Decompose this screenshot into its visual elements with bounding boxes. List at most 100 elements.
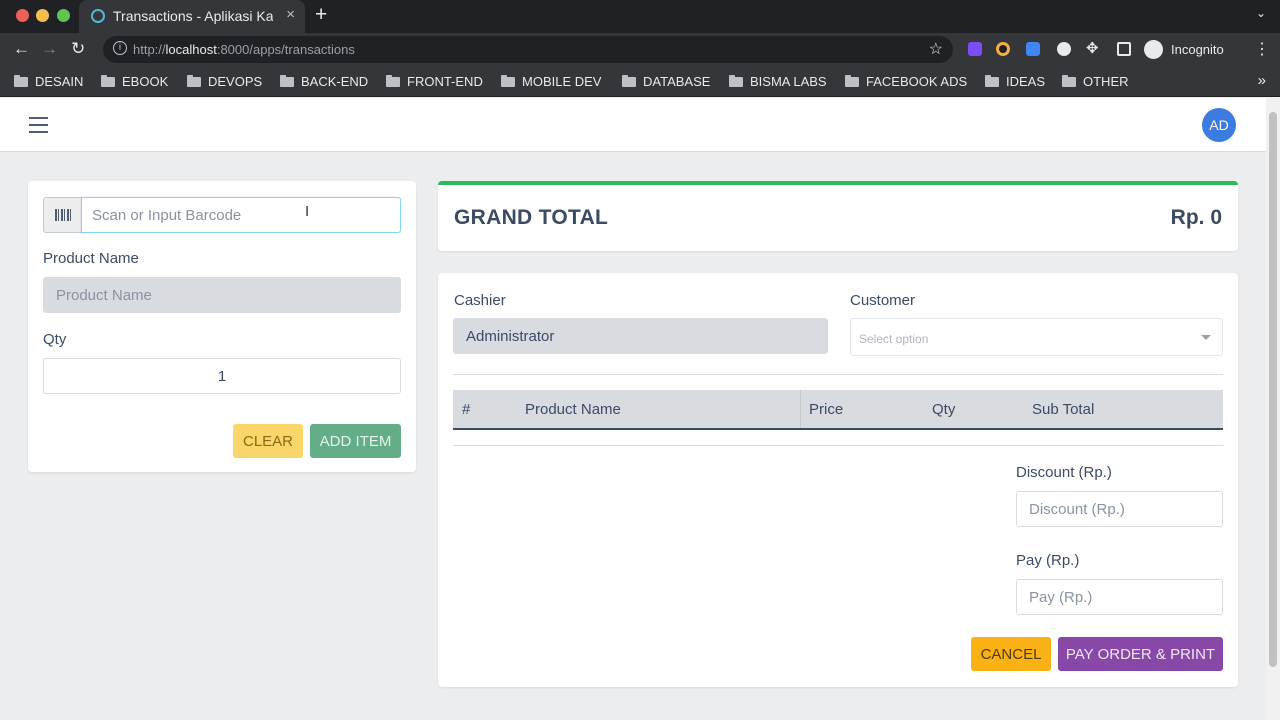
barcode-addon [43, 197, 82, 233]
bookmark-folder[interactable]: BISMA LABS [729, 74, 827, 89]
react-favicon-icon [91, 9, 105, 23]
bookmark-folder[interactable]: FRONT-END [386, 74, 483, 89]
qty-input[interactable] [43, 358, 401, 394]
product-name-input [43, 277, 401, 313]
folder-icon [622, 74, 636, 87]
hamburger-menu-icon[interactable] [29, 117, 48, 133]
incognito-icon[interactable] [1144, 40, 1163, 59]
bookmarks-bar: DESAIN EBOOK DEVOPS BACK-END FRONT-END M… [0, 66, 1280, 97]
forward-arrow-icon[interactable]: → [41, 39, 58, 59]
text-cursor-icon: I [305, 203, 310, 220]
bookmark-folder[interactable]: BACK-END [280, 74, 368, 89]
site-info-icon[interactable]: i [113, 41, 127, 55]
column-header-price: Price [809, 401, 844, 418]
browser-menu-icon[interactable]: ⋮ [1254, 39, 1270, 59]
bookmark-label: DESAIN [35, 74, 84, 89]
product-name-label: Product Name [43, 250, 139, 267]
window-minimize-button[interactable] [36, 9, 49, 22]
cashier-label: Cashier [454, 292, 506, 309]
qty-label: Qty [43, 331, 67, 348]
folder-icon [985, 74, 999, 87]
avatar[interactable]: AD [1202, 108, 1236, 142]
tab-close-icon[interactable]: × [286, 6, 295, 23]
folder-icon [845, 74, 859, 87]
tab-search-icon[interactable]: ⌄ [1256, 6, 1266, 20]
folder-icon [1062, 74, 1076, 87]
bookmark-label: FACEBOOK ADS [866, 74, 968, 89]
grand-total-label: GRAND TOTAL [454, 206, 609, 229]
extension-circle-icon[interactable] [1057, 42, 1071, 56]
folder-icon [729, 74, 743, 87]
customer-select-placeholder: Select option [859, 332, 929, 346]
incognito-label[interactable]: Incognito [1171, 42, 1224, 57]
divider [453, 445, 1223, 446]
folder-icon [280, 74, 294, 87]
pay-label: Pay (Rp.) [1016, 552, 1080, 569]
bookmark-folder[interactable]: DEVOPS [187, 74, 262, 89]
bookmark-folder[interactable]: IDEAS [985, 74, 1045, 89]
grand-total-value: Rp. 0 [1170, 206, 1222, 229]
bookmark-folder[interactable]: OTHER [1062, 74, 1129, 89]
pay-input[interactable] [1016, 579, 1223, 615]
divider [453, 374, 1223, 375]
bookmark-label: FRONT-END [407, 74, 483, 89]
bookmark-label: OTHER [1083, 74, 1129, 89]
url-text[interactable]: http://localhost:8000/apps/transactions [133, 42, 355, 57]
page-scrollbar[interactable] [1266, 98, 1280, 720]
cashier-input [453, 318, 828, 354]
folder-icon [386, 74, 400, 87]
discount-input[interactable] [1016, 491, 1223, 527]
customer-label: Customer [850, 292, 916, 309]
column-header-product-name: Product Name [525, 401, 621, 418]
barcode-input[interactable] [81, 197, 401, 233]
browser-tab-active[interactable]: Transactions - Aplikasi Kasir × [79, 0, 305, 33]
bookmark-label: EBOOK [122, 74, 169, 89]
bookmark-folder[interactable]: MOBILE DEV [501, 74, 601, 89]
cancel-button[interactable]: CANCEL [971, 637, 1051, 671]
add-item-card: I Product Name Qty CLEAR ADD ITEM [28, 181, 416, 472]
bookmark-label: BISMA LABS [750, 74, 827, 89]
url-prefix: http:// [133, 42, 166, 57]
folder-icon [501, 74, 515, 87]
browser-toolbar: ← → ↻ i http://localhost:8000/apps/trans… [0, 33, 1280, 66]
add-item-button[interactable]: ADD ITEM [310, 424, 401, 458]
column-divider [800, 390, 801, 428]
side-panel-icon[interactable] [1117, 42, 1131, 56]
bookmark-label: DEVOPS [208, 74, 263, 89]
extension-icon[interactable] [968, 42, 982, 56]
chevron-down-icon [1201, 335, 1211, 340]
bookmark-label: DATABASE [643, 74, 711, 89]
url-path: :8000/apps/transactions [216, 42, 355, 57]
bookmark-label: BACK-END [301, 74, 369, 89]
column-header-number: # [462, 401, 471, 418]
customer-select[interactable]: Select option [850, 318, 1223, 356]
new-tab-button[interactable]: + [315, 3, 327, 27]
bookmark-folder[interactable]: EBOOK [101, 74, 168, 89]
barcode-icon [55, 209, 72, 221]
extension-color-icon[interactable] [996, 42, 1010, 56]
grand-total-card: GRAND TOTAL Rp. 0 [438, 181, 1238, 251]
app-header: AD [0, 98, 1266, 152]
window-maximize-button[interactable] [57, 9, 70, 22]
bookmark-folder[interactable]: DESAIN [14, 74, 83, 89]
bookmark-folder[interactable]: DATABASE [622, 74, 710, 89]
transaction-card: Cashier Customer Select option # Product… [438, 273, 1238, 687]
bookmark-folder[interactable]: FACEBOOK ADS [845, 74, 967, 89]
folder-icon [14, 74, 28, 87]
bookmarks-more-icon[interactable]: » [1258, 72, 1266, 89]
barcode-input-group: I [43, 197, 401, 233]
window-close-button[interactable] [16, 9, 29, 22]
reload-icon[interactable]: ↻ [71, 39, 85, 59]
puzzle-icon[interactable]: ✥ [1086, 39, 1099, 57]
translate-extension-icon[interactable] [1026, 42, 1040, 56]
column-header-sub-total: Sub Total [1032, 401, 1095, 418]
address-bar[interactable]: i http://localhost:8000/apps/transaction… [103, 36, 953, 63]
pay-order-print-button[interactable]: PAY ORDER & PRINT [1058, 637, 1223, 671]
folder-icon [187, 74, 201, 87]
clear-button[interactable]: CLEAR [233, 424, 303, 458]
back-arrow-icon[interactable]: ← [13, 39, 30, 59]
url-host: localhost [165, 42, 217, 57]
scrollbar-thumb[interactable] [1269, 112, 1277, 667]
column-header-qty: Qty [932, 401, 956, 418]
bookmark-star-icon[interactable]: ☆ [929, 39, 943, 59]
